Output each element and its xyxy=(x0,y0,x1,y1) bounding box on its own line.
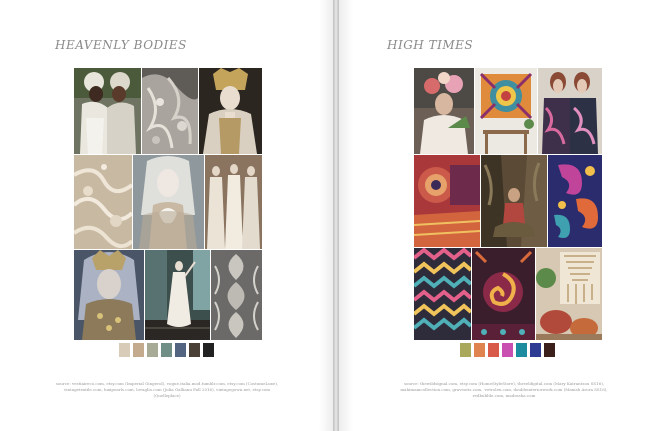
color-swatch xyxy=(147,343,158,357)
color-swatch xyxy=(119,343,130,357)
photo-beige-lace xyxy=(74,155,132,249)
photo-twin-brides xyxy=(74,68,141,154)
color-swatch xyxy=(516,343,527,357)
magazine-spread: HEAVENLY BODIES source: vestiaireco.com,… xyxy=(0,0,671,431)
color-swatch xyxy=(460,343,471,357)
photo-embroidered-jacket xyxy=(472,248,535,340)
left-page-title: HEAVENLY BODIES xyxy=(55,38,187,52)
photo-woman-in-forest xyxy=(481,155,547,247)
high-times-moodboard xyxy=(414,68,602,340)
photo-white-gowns-runway xyxy=(205,155,262,249)
photo-grey-damask-lace xyxy=(211,250,262,340)
color-swatch xyxy=(189,343,200,357)
photo-jeweled-headpiece xyxy=(74,250,144,340)
heavenly-bodies-moodboard xyxy=(74,68,262,340)
photo-zigzag-pattern xyxy=(414,248,471,340)
color-swatch xyxy=(175,343,186,357)
color-swatch xyxy=(544,343,555,357)
right-image-credits: source: thewildsignal.com, etsy.com (Hom… xyxy=(400,381,608,398)
color-swatch xyxy=(203,343,214,357)
photo-gold-crown-model xyxy=(199,68,262,154)
photo-macrame-interior xyxy=(536,248,602,340)
color-swatch xyxy=(530,343,541,357)
color-swatch xyxy=(161,343,172,357)
right-page-title: HIGH TIMES xyxy=(387,38,474,52)
left-page: HEAVENLY BODIES source: vestiaireco.com,… xyxy=(0,0,333,431)
color-swatch xyxy=(488,343,499,357)
right-page: HIGH TIMES source: thewildsignal.com, et… xyxy=(339,0,671,431)
left-image-credits: source: vestiaireco.com, etsy.com (Imper… xyxy=(55,381,279,398)
photo-flower-crown-portrait xyxy=(414,68,474,154)
color-swatch xyxy=(502,343,513,357)
photo-psychedelic-tapestry xyxy=(475,68,537,154)
right-color-palette xyxy=(460,343,555,357)
color-swatch xyxy=(133,343,144,357)
photo-mandala-textiles xyxy=(414,155,480,247)
color-swatch xyxy=(474,343,485,357)
photo-silver-lace-dress xyxy=(142,68,198,154)
photo-paisley-fabric xyxy=(548,155,602,247)
photo-bride-on-stairs xyxy=(145,250,210,340)
photo-pale-bride-with-dove xyxy=(133,155,204,249)
photo-twin-patterned-models xyxy=(538,68,602,154)
left-color-palette xyxy=(119,343,214,357)
